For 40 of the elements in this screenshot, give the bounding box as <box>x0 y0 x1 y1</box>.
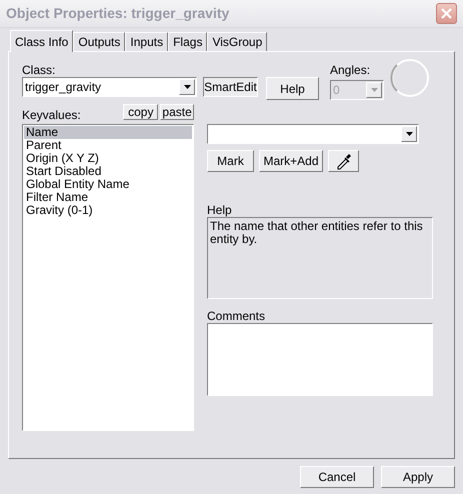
comments-label: Comments <box>207 308 266 323</box>
keyvalue-item[interactable]: Global Entity Name <box>24 178 192 191</box>
window-title: Object Properties: trigger_gravity <box>6 4 230 23</box>
keyvalue-item[interactable]: Filter Name <box>24 191 192 204</box>
help-label: Help <box>207 202 233 217</box>
keyvalue-item[interactable]: Gravity (0-1) <box>24 204 192 217</box>
dropdown-button[interactable] <box>179 79 195 95</box>
eyedropper-icon <box>334 152 352 170</box>
smartedit-button[interactable]: SmartEdit <box>203 77 258 97</box>
caret-icon <box>370 88 378 92</box>
tab[interactable]: Flags <box>168 32 208 51</box>
keyvalue-item[interactable]: Origin (X Y Z) <box>24 152 192 165</box>
angles-label: Angles: <box>330 62 372 79</box>
close-icon <box>441 8 452 19</box>
tab[interactable]: VisGroup <box>207 32 268 51</box>
value-dropdown[interactable] <box>207 124 419 144</box>
keyvalue-item[interactable]: Parent <box>24 139 192 152</box>
tab[interactable]: Outputs <box>73 32 126 51</box>
mark-add-button[interactable]: Mark+Add <box>259 150 323 172</box>
keyvalue-item[interactable]: Name <box>24 126 192 139</box>
copy-button[interactable]: copy <box>123 104 158 120</box>
help-text-box: The name that other entities refer to this entity by. <box>207 217 433 299</box>
tab[interactable]: Inputs <box>125 32 168 51</box>
eyedropper-button[interactable] <box>328 150 359 172</box>
cancel-button[interactable]: Cancel <box>300 466 374 488</box>
angle-dial-icon <box>390 58 430 98</box>
dropdown-button[interactable] <box>401 126 417 142</box>
keyvalue-item[interactable]: Start Disabled <box>24 165 192 178</box>
class-label: Class: <box>22 62 56 77</box>
caret-icon <box>406 132 412 136</box>
mark-button[interactable]: Mark <box>207 150 254 172</box>
apply-button[interactable]: Apply <box>381 466 455 488</box>
class-dropdown[interactable]: trigger_gravity <box>22 77 197 97</box>
tab[interactable]: Class Info <box>10 30 74 52</box>
paste-button[interactable]: paste <box>160 104 194 120</box>
help-button[interactable]: Help <box>266 77 319 100</box>
close-button[interactable] <box>436 3 457 24</box>
keyvalues-label: Keyvalues: <box>22 107 82 124</box>
comments-field[interactable] <box>207 323 433 396</box>
caret-icon <box>184 85 190 89</box>
